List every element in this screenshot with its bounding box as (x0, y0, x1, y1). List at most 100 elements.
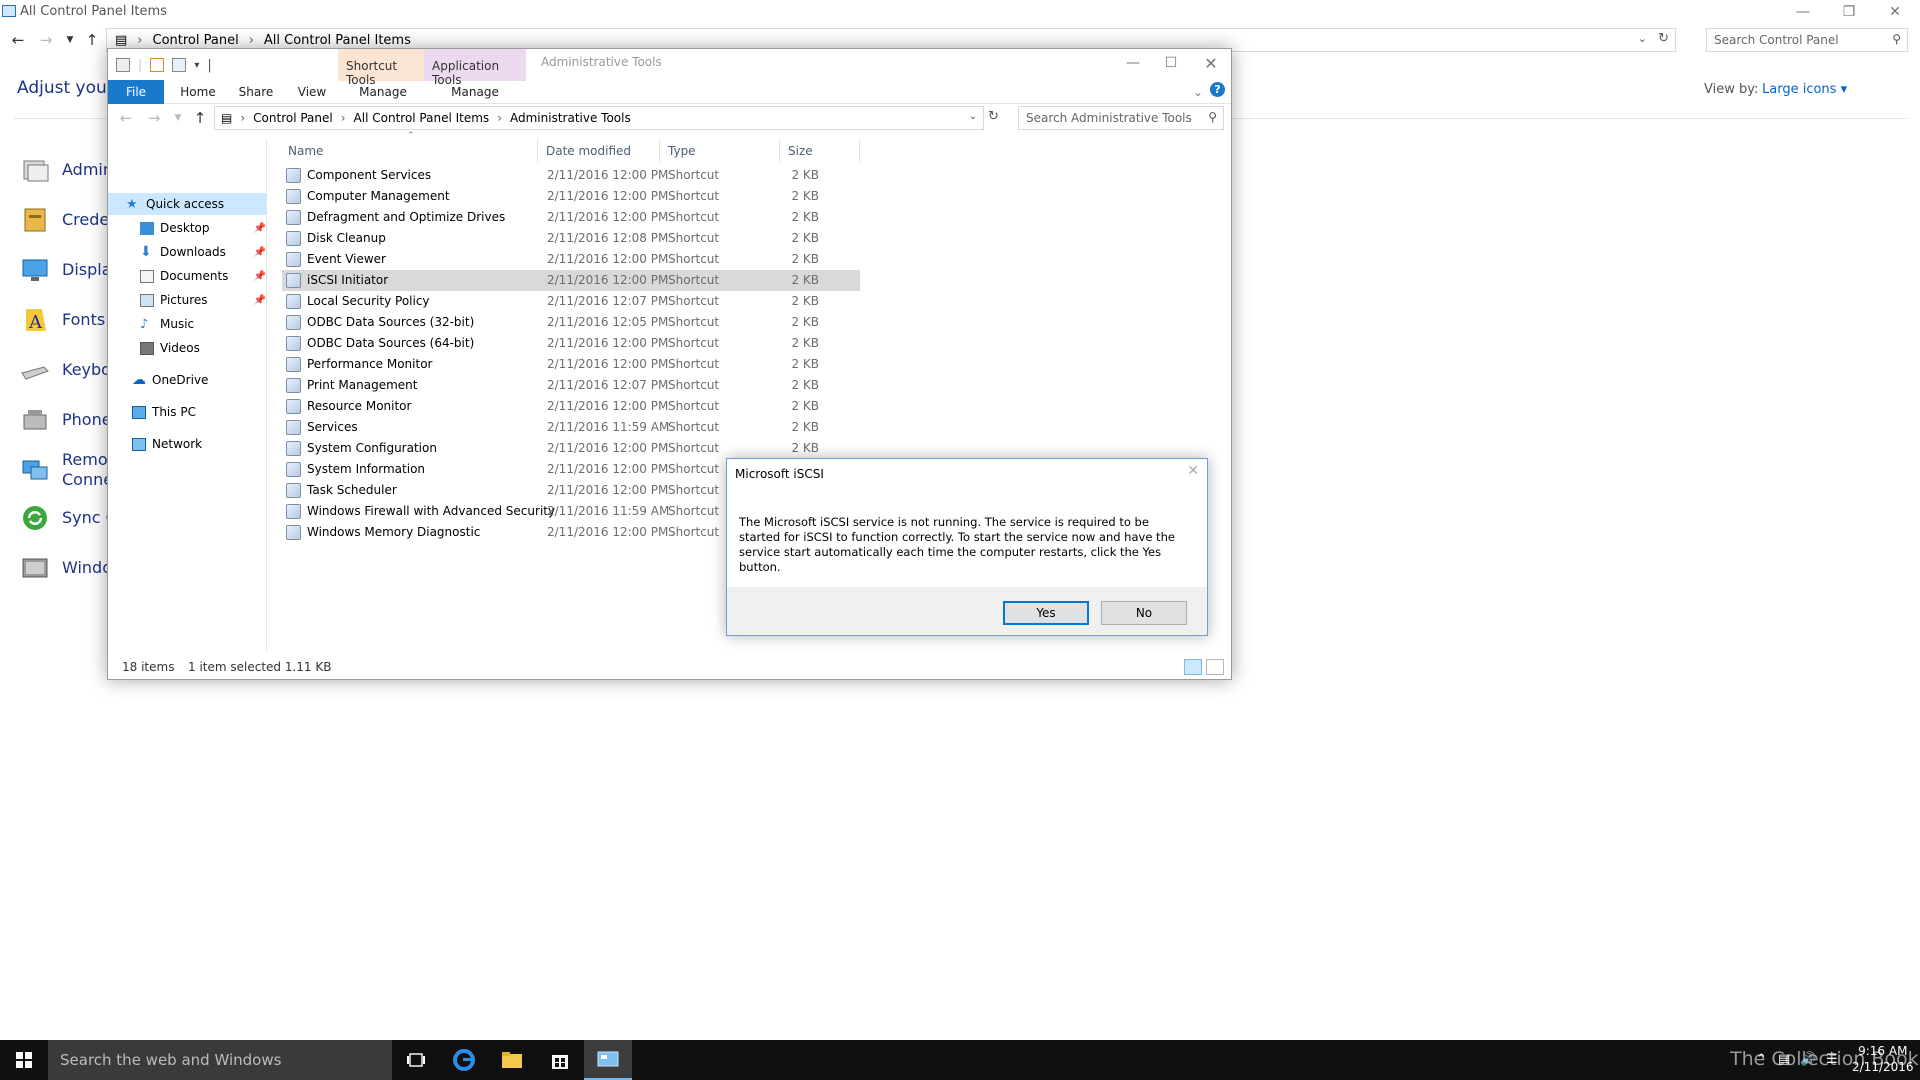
new-folder-icon[interactable] (172, 58, 187, 72)
table-row[interactable]: Component Services 2/11/2016 12:00 PM Shor… (282, 165, 860, 186)
close-button[interactable]: ✕ (1188, 49, 1234, 77)
up-button[interactable]: ↑ (190, 108, 210, 128)
notifications-icon[interactable]: ☰ (1826, 1052, 1838, 1067)
up-button[interactable]: ↑ (82, 30, 102, 50)
yes-button[interactable]: Yes (1003, 601, 1089, 625)
nav-videos[interactable]: Videos (108, 337, 266, 359)
forward-button[interactable]: → (144, 108, 164, 128)
column-header-date[interactable]: Date modified (540, 139, 660, 163)
pin-icon[interactable]: 📌 (254, 223, 266, 234)
table-row[interactable]: iSCSI Initiator 2/11/2016 12:00 PM Shortcu… (282, 270, 860, 291)
minimize-button[interactable]: — (1780, 0, 1826, 24)
nav-onedrive[interactable]: ☁ OneDrive (108, 369, 266, 391)
column-header-name[interactable]: ⌃ Name (282, 131, 538, 163)
pin-icon[interactable]: 📌 (254, 295, 266, 306)
task-view-button[interactable] (392, 1040, 440, 1080)
pane-divider[interactable] (266, 139, 267, 651)
table-row[interactable]: Disk Cleanup 2/11/2016 12:08 PM Shortcut 2 … (282, 228, 860, 249)
table-row[interactable]: Print Management 2/11/2016 12:07 PM Shortc… (282, 375, 860, 396)
tab-manage-shortcut[interactable]: Manage (340, 80, 426, 104)
table-row[interactable]: Local Security Policy 2/11/2016 12:07 PM S… (282, 291, 860, 312)
checkmark-icon[interactable] (150, 58, 165, 72)
nav-this-pc[interactable]: This PC (108, 401, 266, 423)
refresh-icon[interactable]: ↻ (1658, 31, 1669, 46)
close-button[interactable]: ✕ (1872, 0, 1918, 24)
recent-locations-icon[interactable]: ▼ (60, 30, 80, 50)
table-row[interactable]: Computer Management 2/11/2016 12:00 PM Sho… (282, 186, 860, 207)
control-panel-search-input[interactable]: Search Control Panel ⚲ (1706, 28, 1908, 52)
breadcrumb-admin-tools[interactable]: Administrative Tools (510, 111, 631, 125)
file-name: Disk Cleanup (307, 231, 386, 245)
file-date: 2/11/2016 12:00 PM (547, 462, 669, 476)
customize-qat-icon[interactable]: ▾ (194, 60, 199, 71)
table-row[interactable]: ODBC Data Sources (32-bit) 2/11/2016 12:0… (282, 312, 860, 333)
nav-music[interactable]: ♪ Music (108, 313, 266, 335)
tab-file[interactable]: File (108, 80, 164, 104)
start-button[interactable] (0, 1040, 48, 1080)
tab-share[interactable]: Share (228, 80, 284, 104)
shortcut-icon (286, 504, 301, 519)
restore-button[interactable]: ❐ (1826, 0, 1872, 24)
table-row[interactable]: Services 2/11/2016 11:59 AM Shortcut 2 KB (282, 417, 860, 438)
volume-icon[interactable]: 🔊 (1800, 1052, 1816, 1067)
nav-desktop[interactable]: Desktop 📌 (108, 217, 266, 239)
nav-pictures[interactable]: Pictures 📌 (108, 289, 266, 311)
pin-icon[interactable]: 📌 (254, 271, 266, 282)
network-icon[interactable]: ▤ (1778, 1052, 1790, 1067)
no-button[interactable]: No (1101, 601, 1187, 625)
breadcrumb-all-items[interactable]: All Control Panel Items (354, 111, 490, 125)
table-row[interactable]: Resource Monitor 2/11/2016 12:00 PM Shortc… (282, 396, 860, 417)
taskbar-search-input[interactable]: Search the web and Windows (48, 1040, 392, 1080)
table-row[interactable]: Defragment and Optimize Drives 2/11/2016 … (282, 207, 860, 228)
tab-view[interactable]: View (284, 80, 340, 104)
file-size: 2 KB (791, 399, 819, 413)
column-header-type[interactable]: Type (662, 139, 780, 163)
file-size: 2 KB (791, 378, 819, 392)
address-bar[interactable]: ▤ › Control Panel › All Control Panel It… (214, 106, 984, 130)
properties-icon[interactable] (116, 58, 130, 72)
column-header-size[interactable]: Size (782, 139, 860, 163)
large-icons-view-button[interactable] (1206, 659, 1224, 675)
edge-button[interactable] (440, 1040, 488, 1080)
clock[interactable]: 9:16 AM 2/11/2016 (1852, 1043, 1914, 1075)
file-explorer-button[interactable] (488, 1040, 536, 1080)
chevron-down-icon[interactable]: ⌄ (1638, 32, 1647, 45)
shortcut-icon (286, 378, 301, 393)
file-name: Task Scheduler (307, 483, 397, 497)
table-row[interactable]: ODBC Data Sources (64-bit) 2/11/2016 12:0… (282, 333, 860, 354)
file-name: Windows Firewall with Advanced Security (307, 504, 556, 518)
chevron-up-icon[interactable]: ⌃ (1756, 1052, 1767, 1067)
table-row[interactable]: System Configuration 2/11/2016 12:00 PM Sh… (282, 438, 860, 459)
chevron-down-icon[interactable]: ⌄ (969, 111, 977, 122)
pin-icon[interactable]: 📌 (254, 247, 266, 258)
search-input[interactable]: Search Administrative Tools ⚲ (1018, 106, 1224, 130)
sync-icon (23, 506, 47, 530)
file-date: 2/11/2016 12:07 PM (547, 378, 669, 392)
file-size: 2 KB (791, 294, 819, 308)
back-button[interactable]: ← (116, 108, 136, 128)
help-icon[interactable]: ? (1210, 82, 1225, 97)
tab-home[interactable]: Home (170, 80, 226, 104)
nav-documents[interactable]: Documents 📌 (108, 265, 266, 287)
details-view-button[interactable] (1184, 659, 1202, 675)
table-row[interactable]: Performance Monitor 2/11/2016 12:00 PM Sho… (282, 354, 860, 375)
nav-quick-access[interactable]: ★ Quick access (108, 193, 266, 215)
ribbon-tabs: File Home Share View Manage Manage (108, 80, 1231, 104)
back-button[interactable]: ← (8, 30, 28, 50)
breadcrumb-control-panel[interactable]: Control Panel (253, 111, 333, 125)
breadcrumb-control-panel[interactable]: Control Panel (153, 33, 239, 48)
file-name: Defragment and Optimize Drives (307, 210, 506, 224)
table-row[interactable]: Event Viewer 2/11/2016 12:00 PM Shortcut 2 … (282, 249, 860, 270)
view-by-dropdown[interactable]: Large icons ▾ (1762, 82, 1847, 97)
nav-downloads[interactable]: ⬇ Downloads 📌 (108, 241, 266, 263)
chevron-down-icon[interactable]: ⌄ (1193, 85, 1203, 99)
store-button[interactable] (536, 1040, 584, 1080)
close-icon[interactable]: ✕ (1187, 463, 1199, 479)
forward-button[interactable]: → (36, 30, 56, 50)
refresh-icon[interactable]: ↻ (988, 109, 999, 124)
breadcrumb-all-items[interactable]: All Control Panel Items (264, 33, 411, 48)
nav-network[interactable]: Network (108, 433, 266, 455)
tab-manage-application[interactable]: Manage (424, 80, 526, 104)
control-panel-taskbar-button[interactable] (584, 1040, 632, 1080)
recent-locations-icon[interactable]: ▼ (168, 108, 188, 128)
